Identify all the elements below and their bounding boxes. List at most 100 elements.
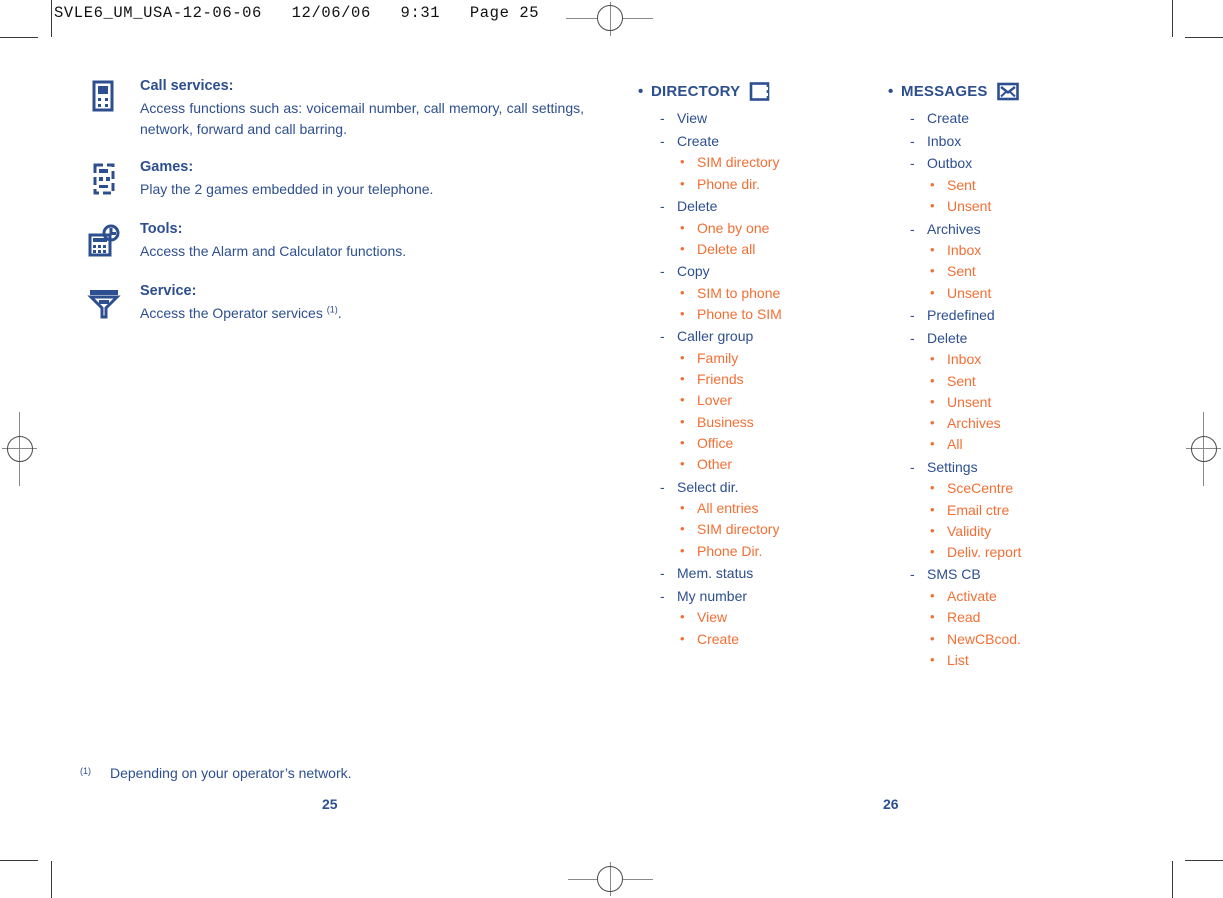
menu-item-label: One by one [697, 219, 770, 236]
menu-item-level2[interactable]: - Predefined [888, 304, 1138, 327]
menu-item-level3[interactable]: • Inbox [888, 240, 1138, 261]
crop-mark-top-left-vertical [51, 0, 53, 37]
menu-item-level2[interactable]: - Create [888, 107, 1138, 130]
menu-item-level3[interactable]: • Phone Dir. [638, 541, 888, 562]
menu-item-level3[interactable]: • One by one [638, 218, 888, 239]
bullet-level3: • [930, 198, 935, 214]
bullet-level2: - [660, 263, 665, 280]
registration-rule-top-right [623, 18, 653, 20]
prepress-slug-line: SVLE6_UM_USA-12-06-06 12/06/06 9:31 Page… [54, 4, 540, 22]
menu-item-level2[interactable]: - Delete [638, 195, 888, 218]
feature-item-games: Games: Play the 2 games embedded in your… [84, 157, 584, 201]
menu-item-level3[interactable]: • SIM directory [638, 152, 888, 173]
menu-item-label: Inbox [927, 132, 962, 149]
menu-item-level3[interactable]: • Validity [888, 521, 1138, 542]
menu-item-label: Phone dir. [697, 175, 761, 192]
crop-mark-bottom-right-vertical [1172, 861, 1174, 898]
bullet-level1: • [888, 83, 894, 100]
menu-item-level3[interactable]: • Archives [888, 413, 1138, 434]
menu-item-level3[interactable]: • Unsent [888, 392, 1138, 413]
menu-item-level3[interactable]: • Email ctre [888, 500, 1138, 521]
bullet-level3: • [680, 240, 685, 256]
menu-item-level2[interactable]: - Select dir. [638, 476, 888, 499]
calculator-alarm-icon [84, 221, 124, 261]
menu-item-label: Copy [677, 263, 710, 280]
menu-item-level3[interactable]: • Unsent [888, 196, 1138, 217]
bullet-level3: • [680, 284, 685, 300]
menu-item-level2[interactable]: - Mem. status [638, 562, 888, 585]
menu-item-level2[interactable]: - Caller group [638, 325, 888, 348]
menu-item-level3[interactable]: • Sent [888, 261, 1138, 282]
feature-title: Call services: [140, 78, 234, 94]
menu-item-level3[interactable]: • Family [638, 348, 888, 369]
menu-item-level3[interactable]: • Create [638, 629, 888, 650]
menu-item-level3[interactable]: • Sent [888, 371, 1138, 392]
menu-item-level3[interactable]: • Phone dir. [638, 174, 888, 195]
bullet-level3: • [930, 263, 935, 279]
menu-item-level3[interactable]: • List [888, 650, 1138, 671]
menu-item-label: SceCentre [947, 480, 1014, 497]
bullet-level3: • [680, 154, 685, 170]
menu-item-level3[interactable]: • Unsent [888, 283, 1138, 304]
menu-item-label: Validity [947, 522, 992, 539]
bullet-level3: • [680, 175, 685, 191]
menu-item-level2[interactable]: - Inbox [888, 130, 1138, 153]
menu-item-level3[interactable]: • SIM directory [638, 519, 888, 540]
menu-item-level3[interactable]: • Office [638, 433, 888, 454]
bullet-level2: - [660, 197, 665, 214]
menu-item-level3[interactable]: • Inbox [888, 349, 1138, 370]
menu-column-messages: • MESSAGES - Create - Inbox - Outbox • Sent … [888, 82, 1138, 671]
feature-body-period: . [337, 305, 342, 322]
menu-item-level3[interactable]: • Deliv. report [888, 542, 1138, 563]
feature-body-text: Access the Operator services [140, 305, 327, 322]
crop-mark-top-right-vertical [1172, 0, 1174, 37]
bullet-level3: • [680, 219, 685, 235]
menu-item-level3[interactable]: • Friends [638, 369, 888, 390]
menu-item-label: Office [697, 435, 734, 452]
registration-target-top [597, 5, 623, 31]
menu-item-label: Lover [697, 392, 733, 409]
menu-item-level3[interactable]: • Sent [888, 175, 1138, 196]
menu-item-level2[interactable]: - Outbox [888, 152, 1138, 175]
menu-item-label: Outbox [927, 155, 973, 172]
menu-item-level2[interactable]: - Delete [888, 327, 1138, 350]
menu-item-level3[interactable]: • All entries [638, 498, 888, 519]
menu-item-level3[interactable]: • All [888, 434, 1138, 455]
bullet-level3: • [680, 500, 685, 516]
page-number-left: 25 [322, 796, 338, 812]
menu-item-level2[interactable]: - Archives [888, 218, 1138, 241]
menu-item-level2[interactable]: - Create [638, 130, 888, 153]
feature-title: Tools: [140, 221, 183, 238]
menu-item-level3[interactable]: • SceCentre [888, 478, 1138, 499]
menu-item-label: Sent [947, 177, 976, 194]
menu-item-label: Sent [947, 372, 976, 389]
menu-item-level2[interactable]: - Settings [888, 456, 1138, 479]
menu-item-level3[interactable]: • Read [888, 607, 1138, 628]
menu-item-level3[interactable]: • SIM to phone [638, 283, 888, 304]
menu-item-label: Family [697, 349, 739, 366]
menu-item-level2[interactable]: - My number [638, 585, 888, 608]
bullet-level3: • [680, 349, 685, 365]
menu-header-directory: • DIRECTORY [638, 82, 888, 101]
bullet-level3: • [930, 522, 935, 538]
menu-item-label: Delete [927, 329, 968, 346]
menu-item-label: SMS CB [927, 566, 981, 583]
menu-item-level3[interactable]: • Delete all [638, 239, 888, 260]
menu-item-level2[interactable]: - View [638, 107, 888, 130]
menu-item-level3[interactable]: • View [638, 607, 888, 628]
registration-rule-bottom-right [623, 879, 653, 881]
menu-item-level3[interactable]: • Activate [888, 586, 1138, 607]
menu-item-level2[interactable]: - SMS CB [888, 563, 1138, 586]
menu-item-level3[interactable]: • Phone to SIM [638, 304, 888, 325]
menu-item-label: Other [697, 456, 733, 473]
feature-body: Access the Alarm and Calculator function… [140, 243, 407, 260]
bullet-level2: - [660, 110, 665, 126]
bullet-level3: • [930, 393, 935, 409]
menu-item-level3[interactable]: • Lover [638, 390, 888, 411]
crop-mark-bottom-left-horizontal [0, 860, 38, 862]
menu-item-level3[interactable]: • Business [638, 412, 888, 433]
menu-item-level3[interactable]: • NewCBcod. [888, 629, 1138, 650]
menu-item-label: Phone to SIM [697, 306, 782, 323]
menu-item-level2[interactable]: - Copy [638, 260, 888, 283]
menu-item-level3[interactable]: • Other [638, 454, 888, 475]
